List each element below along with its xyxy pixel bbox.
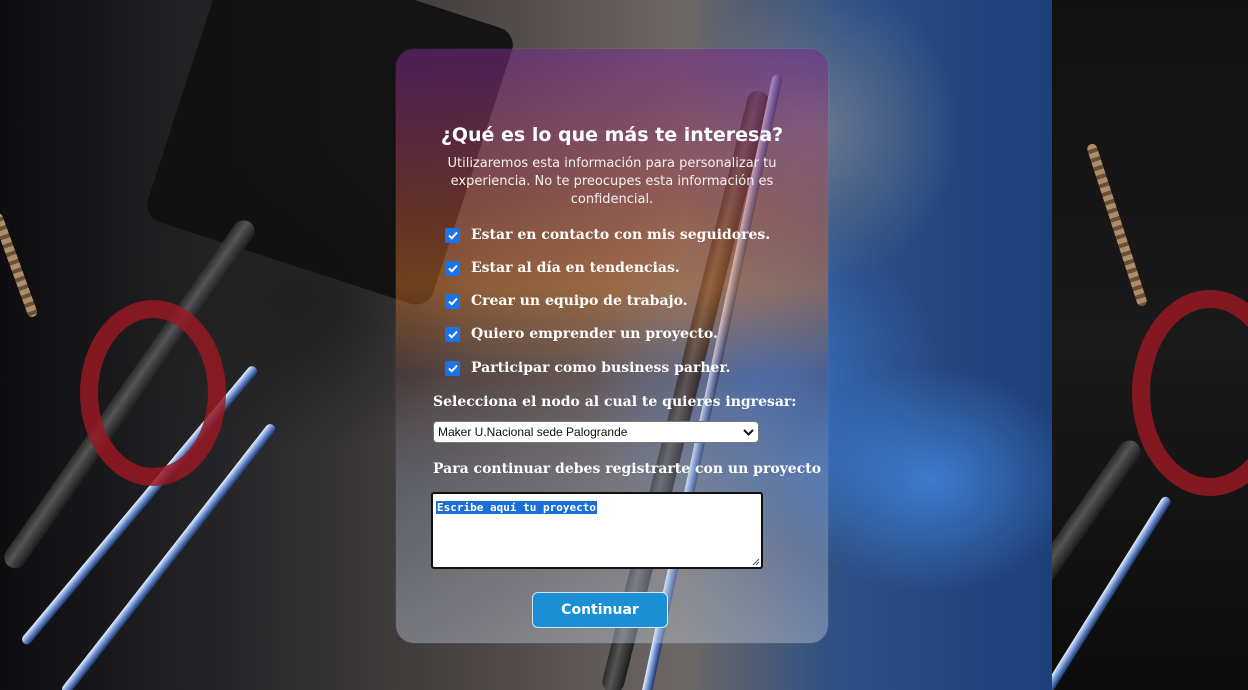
- chevron-down-icon: [743, 428, 754, 436]
- form-subtitle: Utilizaremos esta información para perso…: [447, 156, 777, 207]
- interest-label: Participar como business parher.: [471, 360, 731, 376]
- interest-form-card: ¿Qué es lo que más te interesa? Utilizar…: [396, 49, 828, 643]
- node-select-label: Selecciona el nodo al cual te quieres in…: [433, 394, 797, 410]
- interest-option[interactable]: Participar como business parher.: [445, 358, 730, 378]
- check-icon: [447, 297, 458, 306]
- printer-photo-side: [1052, 0, 1248, 690]
- interest-option[interactable]: Crear un equipo de trabajo.: [445, 291, 688, 311]
- checkbox[interactable]: [445, 227, 460, 243]
- interest-label: Quiero emprender un proyecto.: [471, 326, 718, 342]
- check-icon: [447, 264, 458, 273]
- checkbox[interactable]: [445, 260, 460, 276]
- checkbox[interactable]: [445, 293, 460, 309]
- interest-option[interactable]: Estar al día en tendencias.: [445, 258, 680, 278]
- check-icon: [447, 330, 458, 339]
- form-title: ¿Qué es lo que más te interesa?: [440, 124, 784, 146]
- interest-option[interactable]: Quiero emprender un proyecto.: [445, 324, 718, 344]
- project-textarea[interactable]: Escribe aquí tu proyecto: [431, 492, 763, 569]
- check-icon: [447, 364, 458, 373]
- project-textarea-text: Escribe aquí tu proyecto: [436, 501, 597, 514]
- interest-option[interactable]: Estar en contacto con mis seguidores.: [445, 225, 770, 245]
- node-select-value: Maker U.Nacional sede Palogrande: [438, 425, 628, 439]
- node-select[interactable]: Maker U.Nacional sede Palogrande: [433, 421, 759, 443]
- check-icon: [447, 231, 458, 240]
- continue-button[interactable]: Continuar: [532, 592, 668, 628]
- interest-label: Estar en contacto con mis seguidores.: [471, 227, 771, 243]
- resize-grip-icon[interactable]: [752, 558, 760, 566]
- interest-label: Crear un equipo de trabajo.: [471, 293, 688, 309]
- checkbox[interactable]: [445, 360, 460, 376]
- checkbox[interactable]: [445, 326, 460, 342]
- interest-label: Estar al día en tendencias.: [471, 260, 680, 276]
- project-label: Para continuar debes registrarte con un …: [433, 461, 822, 477]
